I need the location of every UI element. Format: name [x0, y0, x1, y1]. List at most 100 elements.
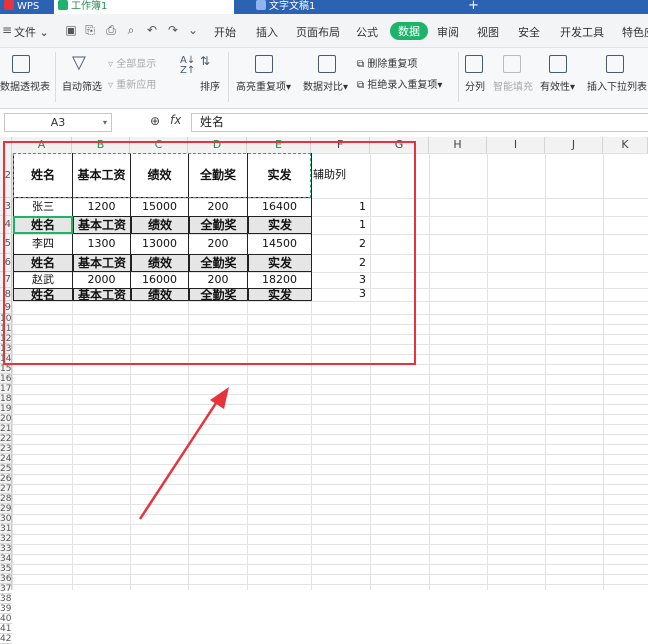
column-header-d[interactable]: D	[188, 137, 247, 153]
formula-input[interactable]: 姓名	[191, 113, 648, 132]
row-header[interactable]: 36	[0, 574, 12, 584]
row-header[interactable]: 3	[0, 198, 12, 216]
row-header[interactable]: 12	[0, 334, 12, 344]
row-header[interactable]: 11	[0, 324, 12, 334]
table-cell[interactable]: 1300	[73, 234, 131, 254]
row-header[interactable]: 21	[0, 424, 12, 434]
split-columns-icon[interactable]	[465, 55, 483, 73]
tab-wps[interactable]: WPS	[0, 0, 48, 14]
sort-button[interactable]: 排序	[200, 78, 220, 93]
row-header[interactable]: 33	[0, 544, 12, 554]
smart-fill-icon[interactable]	[503, 55, 521, 73]
reject-duplicates-button[interactable]: ⧉ 拒绝录入重复项▾	[357, 76, 442, 91]
row-header[interactable]: 34	[0, 554, 12, 564]
table-cell[interactable]: 18200	[248, 272, 312, 288]
row-header[interactable]: 37	[0, 584, 12, 594]
remove-duplicates-button[interactable]: ⧉ 删除重复项	[357, 55, 417, 70]
table-cell[interactable]: 实发	[248, 288, 312, 301]
row-header[interactable]: 2	[0, 153, 12, 198]
reapply-button[interactable]: ▿ 重新应用	[108, 76, 156, 91]
table-cell[interactable]: 辅助列	[311, 153, 370, 198]
row-header[interactable]: 40	[0, 614, 12, 624]
table-cell[interactable]: 绩效	[131, 216, 189, 234]
highlight-duplicates-button[interactable]: 高亮重复项▾	[236, 78, 291, 93]
pivot-table-icon[interactable]	[12, 55, 30, 73]
row-header[interactable]: 19	[0, 404, 12, 414]
table-cell[interactable]: 2	[311, 254, 370, 272]
zoom-icon[interactable]: ⊕	[150, 114, 160, 128]
new-tab-button[interactable]: +	[468, 0, 484, 14]
table-cell[interactable]: 姓名	[13, 216, 73, 234]
table-cell[interactable]: 姓名	[13, 254, 73, 272]
column-header-c[interactable]: C	[130, 137, 188, 153]
menu-formulas[interactable]: 公式	[356, 24, 378, 40]
menu-security[interactable]: 安全	[518, 24, 540, 40]
hamburger-icon[interactable]: ≡	[0, 23, 14, 37]
row-header[interactable]: 31	[0, 524, 12, 534]
table-cell[interactable]: 全勤奖	[189, 288, 248, 301]
column-header-b[interactable]: B	[72, 137, 130, 153]
filter-icon[interactable]: ▽	[72, 52, 86, 73]
table-cell[interactable]: 13000	[131, 234, 189, 254]
table-cell[interactable]: 绩效	[131, 254, 189, 272]
sort-icon[interactable]: ⇅	[200, 54, 210, 68]
row-header[interactable]: 25	[0, 464, 12, 474]
tab-document[interactable]: 文字文稿1	[252, 0, 442, 14]
table-cell[interactable]: 绩效	[131, 288, 189, 301]
row-header[interactable]: 14	[0, 354, 12, 364]
row-header[interactable]: 32	[0, 534, 12, 544]
column-header-i[interactable]: I	[487, 137, 545, 153]
table-cell[interactable]: 3	[311, 272, 370, 288]
fx-button[interactable]: fx	[170, 113, 181, 127]
row-header[interactable]: 17	[0, 384, 12, 394]
row-header[interactable]: 5	[0, 234, 12, 254]
menu-special[interactable]: 特色应	[622, 24, 648, 40]
row-header[interactable]: 9	[0, 301, 12, 314]
menu-home[interactable]: 开始	[214, 24, 236, 40]
menu-view[interactable]: 视图	[477, 24, 499, 40]
row-header[interactable]: 41	[0, 624, 12, 634]
row-header[interactable]: 28	[0, 494, 12, 504]
table-cell[interactable]: 2	[311, 234, 370, 254]
row-header[interactable]: 42	[0, 634, 12, 644]
table-cell[interactable]: 全勤奖	[189, 254, 248, 272]
table-cell[interactable]: 全勤奖	[189, 216, 248, 234]
table-cell[interactable]: 基本工资	[73, 254, 131, 272]
redo-icon[interactable]: ↷	[166, 23, 180, 37]
name-box[interactable]: A3 ▾	[4, 113, 112, 132]
menu-data[interactable]: 数据	[390, 22, 428, 40]
column-header-h[interactable]: H	[429, 137, 487, 153]
worksheet-grid[interactable]: 姓名 基本工资 绩效 全勤奖 实发 辅助列 张三 1200 15000 200 16400 1 姓名 基本…	[12, 153, 648, 590]
table-cell[interactable]: 李四	[13, 234, 73, 254]
row-header[interactable]: 7	[0, 272, 12, 288]
pivot-table-button[interactable]: 数据透视表	[0, 78, 50, 93]
menu-insert[interactable]: 插入	[256, 24, 278, 40]
row-header[interactable]: 27	[0, 484, 12, 494]
row-header[interactable]: 26	[0, 474, 12, 484]
file-menu[interactable]: 文件 ⌄	[14, 24, 49, 40]
table-cell[interactable]: 16400	[248, 198, 312, 216]
table-cell[interactable]: 1	[311, 198, 370, 216]
table-cell[interactable]: 1	[311, 216, 370, 234]
row-header[interactable]: 4	[0, 216, 12, 234]
insert-dropdown-list-button[interactable]: 插入下拉列表	[587, 78, 647, 93]
row-header[interactable]: 16	[0, 374, 12, 384]
table-cell[interactable]: 15000	[131, 198, 189, 216]
table-cell[interactable]: 3	[311, 288, 370, 301]
print-icon[interactable]: ⎙	[104, 23, 118, 37]
highlight-duplicates-icon[interactable]	[255, 55, 273, 73]
save-icon[interactable]: ▣	[64, 23, 78, 37]
tab-workbook[interactable]: 工作簿1	[54, 0, 234, 14]
row-header[interactable]: 39	[0, 604, 12, 614]
row-header[interactable]: 15	[0, 364, 12, 374]
table-cell[interactable]: 16000	[131, 272, 189, 288]
column-header-j[interactable]: J	[545, 137, 603, 153]
row-header[interactable]: 35	[0, 564, 12, 574]
table-cell[interactable]: 200	[189, 234, 248, 254]
column-header-f[interactable]: F	[311, 137, 370, 153]
row-header[interactable]: 13	[0, 344, 12, 354]
table-cell[interactable]: 200	[189, 272, 248, 288]
table-cell[interactable]: 14500	[248, 234, 312, 254]
table-cell[interactable]: 实发	[248, 216, 312, 234]
column-header-e[interactable]: E	[247, 137, 311, 153]
